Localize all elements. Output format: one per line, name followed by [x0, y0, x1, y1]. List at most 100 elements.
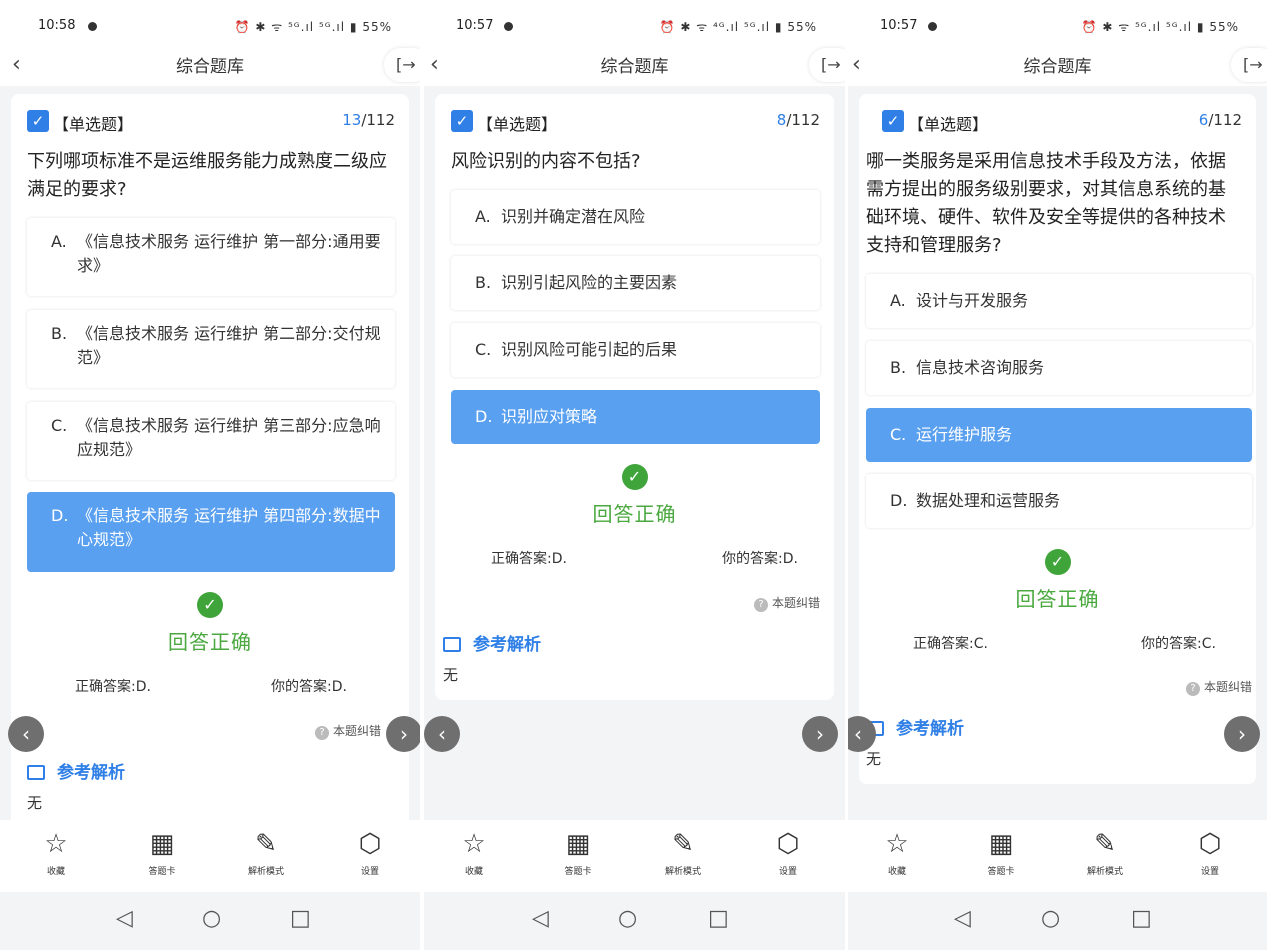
tab-answer-card[interactable]: ▦ 答题卡	[971, 828, 1031, 877]
option-a[interactable]: A. 设计与开发服务	[866, 274, 1252, 328]
tab-analysis-mode[interactable]: ✎ 解析模式	[653, 828, 713, 877]
tab-answer-card[interactable]: ▦ 答题卡	[132, 828, 192, 877]
next-question-button[interactable]: ›	[1224, 716, 1260, 752]
exit-icon[interactable]: [→	[384, 48, 420, 82]
check-circle-icon: ✓	[197, 592, 223, 618]
option-text: 信息技术咨询服务	[916, 358, 1045, 377]
pen-icon: ✎	[1094, 829, 1116, 859]
option-text: 识别风险可能引起的后果	[501, 340, 678, 359]
system-back-icon[interactable]: ◁	[532, 906, 549, 931]
correct-answer: 正确答案:D.	[491, 551, 567, 567]
current-index: 8	[776, 111, 787, 129]
system-home-icon[interactable]: ○	[202, 906, 221, 931]
question-header: ✓ 【单选题】 8/112	[451, 110, 820, 134]
question-card: ✓ 【单选题】 8/112 风险识别的内容不包括? A. 识别并确定潜在风险 B.…	[435, 94, 834, 700]
analysis-body: 无	[27, 794, 43, 812]
option-text: 设计与开发服务	[916, 291, 1029, 310]
bottom-toolbar: ☆ 收藏 ▦ 答题卡 ✎ 解析模式 ⬡ 设置	[424, 820, 845, 892]
tab-settings[interactable]: ⬡ 设置	[1180, 828, 1240, 877]
result-text: 回答正确	[592, 502, 677, 526]
question-text: 风险识别的内容不包括?	[451, 151, 641, 172]
system-home-icon[interactable]: ○	[618, 906, 637, 931]
option-text: 数据处理和运营服务	[916, 491, 1061, 510]
question-header: ✓ 【单选题】 13/112	[27, 110, 395, 134]
tab-favorite[interactable]: ☆ 收藏	[867, 828, 927, 877]
exit-icon[interactable]: [→	[809, 48, 845, 82]
correct-answer: 正确答案:D.	[75, 679, 151, 695]
tab-label: 设置	[360, 867, 379, 877]
exit-icon[interactable]: [→	[1231, 48, 1267, 82]
option-b[interactable]: B. 信息技术咨询服务	[866, 341, 1252, 395]
check-circle-icon: ✓	[621, 464, 648, 490]
option-d[interactable]: D. 数据处理和运营服务	[866, 474, 1252, 528]
option-letter: B.	[890, 358, 907, 377]
tab-analysis-mode[interactable]: ✎ 解析模式	[236, 828, 296, 877]
analysis-title: 参考解析	[27, 758, 125, 783]
analysis-label: 参考解析	[57, 763, 125, 783]
system-back-icon[interactable]: ◁	[116, 906, 133, 931]
total-count: /112	[1208, 111, 1242, 129]
status-bar: 10:57 ⏰ ✱ ᯤ ⁵ᴳ.ıl ⁵ᴳ.ıl ▮ 55%	[848, 0, 1267, 46]
option-letter: A.	[890, 291, 906, 310]
tab-settings[interactable]: ⬡ 设置	[758, 828, 818, 877]
question-type: 【单选题】	[908, 115, 989, 134]
option-a[interactable]: A. 识别并确定潜在风险	[451, 190, 820, 244]
nav-bar: ‹ 综合题库 [→	[848, 46, 1267, 86]
your-answer: 你的答案:C.	[1141, 636, 1216, 652]
option-c[interactable]: C. 《信息技术服务 运行维护 第三部分:应急响应规范》	[27, 402, 395, 480]
help-icon: ?	[753, 598, 768, 612]
report-error-link[interactable]: ? 本题纠错	[314, 722, 381, 740]
prev-question-button[interactable]: ‹	[8, 716, 44, 752]
check-icon: ✓	[451, 110, 473, 132]
status-time: 10:57	[456, 18, 494, 33]
screen-2: 10:57 ⏰ ✱ ᯤ ⁴ᴳ.ıl ⁵ᴳ.ıl ▮ 55% ‹ 综合题库 [→ …	[424, 0, 845, 950]
current-index: 6	[1198, 111, 1209, 129]
option-text: 《信息技术服务 运行维护 第一部分:通用要求》	[77, 232, 381, 275]
chart-icon	[27, 765, 45, 780]
option-d-selected[interactable]: D. 《信息技术服务 运行维护 第四部分:数据中心规范》	[27, 492, 395, 572]
help-icon: ?	[314, 726, 329, 740]
your-answer: 你的答案:D.	[271, 679, 347, 695]
analysis-label: 参考解析	[473, 635, 541, 655]
bottom-toolbar: ☆ 收藏 ▦ 答题卡 ✎ 解析模式 ⬡ 设置	[848, 820, 1267, 892]
tab-label: 设置	[1200, 867, 1219, 877]
report-error-link[interactable]: ? 本题纠错	[1185, 678, 1252, 696]
tab-favorite[interactable]: ☆ 收藏	[444, 828, 504, 877]
status-icons: ⏰ ✱ ᯤ ⁵ᴳ.ıl ⁵ᴳ.ıl ▮ 55%	[234, 20, 392, 34]
prev-question-button[interactable]: ‹	[424, 716, 460, 752]
nav-bar: ‹ 综合题库 [→	[424, 46, 845, 86]
tab-answer-card[interactable]: ▦ 答题卡	[548, 828, 608, 877]
system-recents-icon[interactable]: □	[708, 906, 729, 931]
chart-icon	[443, 637, 461, 652]
tab-favorite[interactable]: ☆ 收藏	[26, 828, 86, 877]
page-title: 综合题库	[600, 57, 669, 77]
option-a[interactable]: A. 《信息技术服务 运行维护 第一部分:通用要求》	[27, 218, 395, 296]
star-icon: ☆	[885, 829, 909, 859]
option-text: 运行维护服务	[916, 425, 1013, 444]
option-letter: D.	[475, 407, 493, 426]
notification-dot	[504, 22, 513, 31]
check-circle-icon: ✓	[1044, 549, 1071, 575]
question-type: 【单选题】	[477, 115, 558, 134]
option-text: 识别并确定潜在风险	[501, 207, 646, 226]
system-nav-bar: ◁ ○ □	[424, 892, 845, 950]
report-error-link[interactable]: ? 本题纠错	[753, 594, 820, 612]
option-d-selected[interactable]: D. 识别应对策略	[451, 390, 820, 444]
system-recents-icon[interactable]: □	[290, 906, 311, 931]
option-c-selected[interactable]: C. 运行维护服务	[866, 408, 1252, 462]
option-b[interactable]: B. 识别引起风险的主要因素	[451, 256, 820, 310]
option-c[interactable]: C. 识别风险可能引起的后果	[451, 323, 820, 377]
current-index: 13	[342, 111, 362, 129]
correct-answer: 正确答案:C.	[913, 636, 988, 652]
status-bar: 10:58 ⏰ ✱ ᯤ ⁵ᴳ.ıl ⁵ᴳ.ıl ▮ 55%	[0, 0, 420, 46]
option-b[interactable]: B. 《信息技术服务 运行维护 第二部分:交付规范》	[27, 310, 395, 388]
star-icon: ☆	[44, 829, 68, 859]
system-home-icon[interactable]: ○	[1041, 906, 1060, 931]
next-question-button[interactable]: ›	[386, 716, 420, 752]
tab-analysis-mode[interactable]: ✎ 解析模式	[1075, 828, 1135, 877]
tab-settings[interactable]: ⬡ 设置	[340, 828, 400, 877]
settings-icon: ⬡	[1198, 829, 1222, 859]
system-recents-icon[interactable]: □	[1131, 906, 1152, 931]
system-back-icon[interactable]: ◁	[954, 906, 971, 931]
next-question-button[interactable]: ›	[802, 716, 838, 752]
